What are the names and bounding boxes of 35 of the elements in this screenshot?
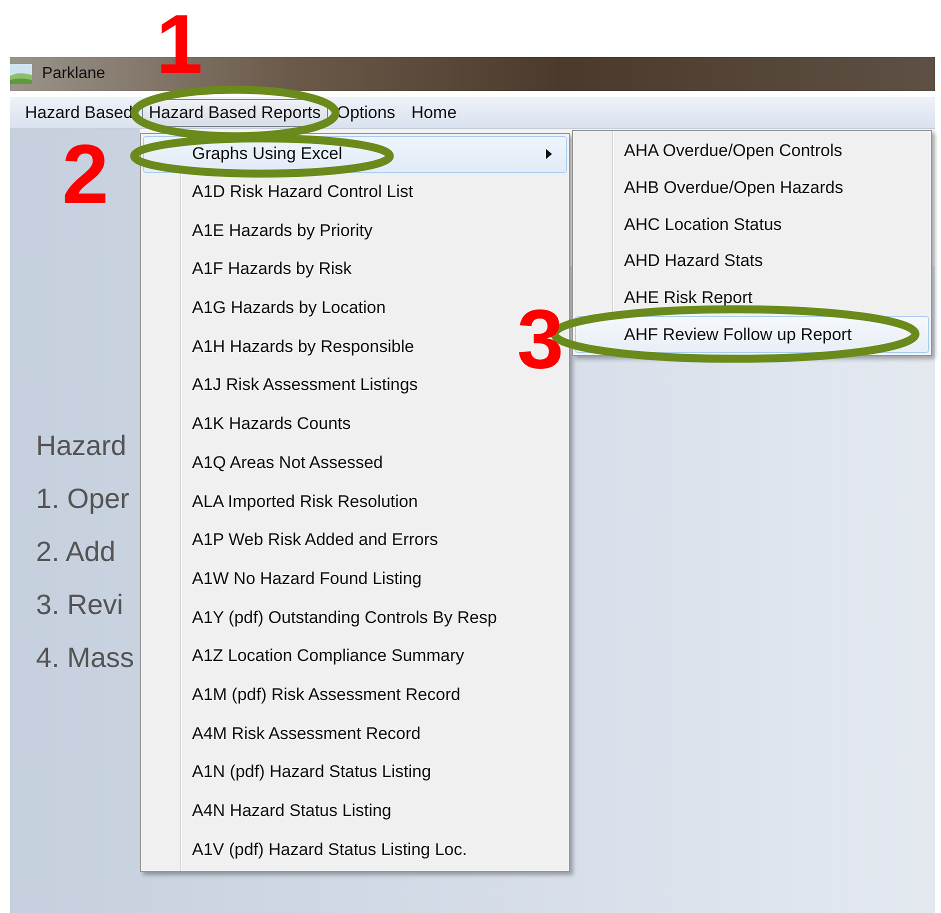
window-title: Parklane (42, 65, 106, 83)
menu-item[interactable]: A1Y (pdf) Outstanding Controls By Resp (143, 606, 512, 630)
app-icon (10, 64, 32, 84)
content-text: 3. Revi (36, 588, 124, 621)
menu-item[interactable]: AHB Overdue/Open Hazards (575, 170, 929, 206)
annotation-number: 2 (62, 132, 109, 216)
menu-item[interactable]: A4M Risk Assessment Record (143, 722, 436, 746)
menu-item[interactable]: A1Z Location Compliance Summary (143, 644, 480, 668)
menu-item[interactable]: A1Q Areas Not Assessed (143, 450, 398, 475)
menu-item[interactable]: A1N (pdf) Hazard Status Listing (143, 760, 446, 784)
menu-item[interactable]: A1F Hazards by Risk (143, 257, 367, 282)
menu-item[interactable]: ALA Imported Risk Resolution (143, 490, 433, 514)
menu-item[interactable]: A1M (pdf) Risk Assessment Record (143, 682, 476, 707)
annotation-number: 3 (517, 297, 564, 381)
menu-item[interactable]: AHE Risk Report (575, 280, 929, 316)
menu-item[interactable]: A4N Hazard Status Listing (143, 799, 406, 824)
menu-item[interactable]: A1H Hazards by Responsible (143, 334, 430, 359)
menu-item[interactable]: A1J Risk Assessment Listings (143, 373, 433, 398)
menu-item[interactable]: A1P Web Risk Added and Errors (143, 528, 454, 552)
menu-item[interactable]: Options (330, 98, 402, 126)
content-text: Hazard (36, 429, 126, 462)
menu-item[interactable]: AHD Hazard Stats (575, 243, 929, 280)
menu-item[interactable]: AHC Location Status (575, 206, 929, 244)
content-text: 4. Mass (36, 641, 134, 674)
menu-item[interactable]: A1K Hazards Counts (143, 412, 366, 436)
menu-item[interactable]: A1V (pdf) Hazard Status Listing Loc. (143, 838, 482, 862)
menu-item[interactable]: A1G Hazards by Location (143, 296, 401, 320)
content-text: 1. Oper (36, 482, 130, 515)
menu-item[interactable]: Hazard Based Reports (142, 98, 328, 126)
content-text: 2. Add (36, 535, 116, 568)
menu-item[interactable]: A1W No Hazard Found Listing (143, 566, 437, 591)
menu-item[interactable]: A1E Hazards by Priority (143, 218, 388, 243)
menu-item[interactable]: AHA Overdue/Open Controls (575, 133, 929, 170)
menu-item[interactable]: A1D Risk Hazard Control List (143, 180, 428, 204)
menu-item[interactable]: Home (404, 98, 464, 126)
